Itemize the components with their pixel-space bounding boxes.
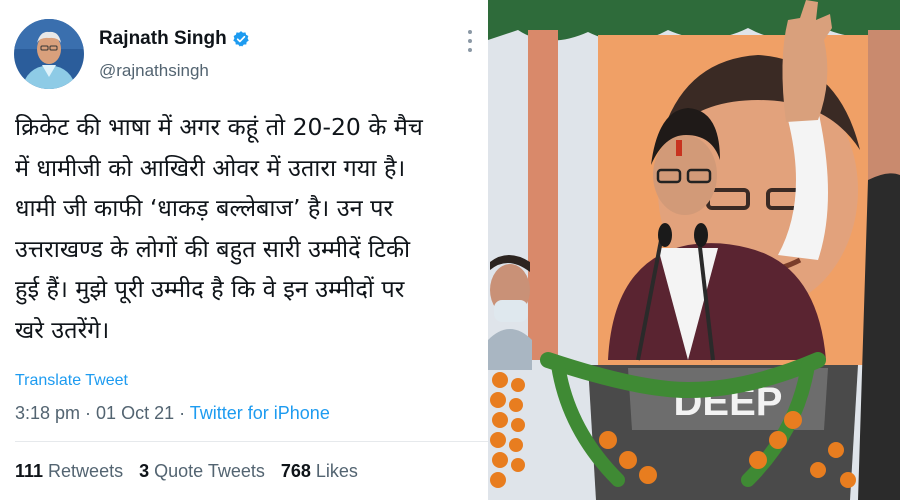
tweet-stats: 111 Retweets 3 Quote Tweets 768 Likes bbox=[15, 461, 374, 482]
tweet-text: क्रिकेट की भाषा में अगर कहूं तो 20-20 के… bbox=[15, 107, 485, 350]
tweet-text-line: उत्तराखण्ड के लोगों की बहुत सारी उम्मीदे… bbox=[15, 234, 411, 263]
likes-count: 768 bbox=[280, 461, 311, 481]
verified-badge-icon bbox=[232, 30, 250, 48]
author-handle[interactable]: @rajnathsingh bbox=[99, 61, 209, 81]
author-name[interactable]: Rajnath Singh bbox=[99, 28, 227, 50]
meta-separator: · bbox=[174, 403, 190, 423]
retweets-label: Retweets bbox=[48, 461, 124, 481]
translate-tweet-link[interactable]: Translate Tweet bbox=[15, 372, 128, 390]
quote-tweets-count: 3 bbox=[139, 461, 150, 481]
tweet-time[interactable]: 3:18 pm bbox=[15, 403, 80, 423]
tweet-date[interactable]: 01 Oct 21 bbox=[96, 403, 174, 423]
likes-stat[interactable]: 768 Likes bbox=[281, 461, 358, 482]
tweet-meta: 3:18 pm · 01 Oct 21 · Twitter for iPhone bbox=[15, 403, 330, 424]
tweet-text-line: खरे उतरेंगे। bbox=[15, 315, 110, 344]
tweet-text-line: हुई हैं। मुझे पूरी उम्मीद है कि वे इन उम… bbox=[15, 275, 405, 303]
retweets-stat[interactable]: 111 Retweets bbox=[15, 461, 123, 482]
likes-label: Likes bbox=[315, 461, 358, 481]
more-options-icon[interactable] bbox=[466, 30, 474, 52]
tweet-text-line: क्रिकेट की भाषा में अगर कहूं तो 20-20 के… bbox=[15, 113, 423, 141]
author-row: Rajnath Singh bbox=[99, 28, 250, 50]
tweet-text-line: में धामीजी को आखिरी ओवर में उतारा गया है… bbox=[15, 153, 406, 182]
attached-photo[interactable]: DEEP bbox=[488, 0, 900, 500]
quote-tweets-label: Quote Tweets bbox=[154, 461, 265, 481]
divider bbox=[15, 441, 488, 442]
quote-tweets-stat[interactable]: 3 Quote Tweets bbox=[139, 461, 265, 482]
author-avatar[interactable] bbox=[14, 19, 84, 89]
tweet-source-link[interactable]: Twitter for iPhone bbox=[190, 403, 330, 423]
retweets-count: 111 bbox=[15, 461, 44, 481]
tweet-card: Rajnath Singh @rajnathsingh क्रिकेट की भ… bbox=[0, 0, 488, 500]
meta-separator: · bbox=[80, 403, 97, 423]
tweet-text-line: धामी जी काफी ‘धाकड़ बल्लेबाज’ है। उन पर bbox=[15, 194, 394, 222]
